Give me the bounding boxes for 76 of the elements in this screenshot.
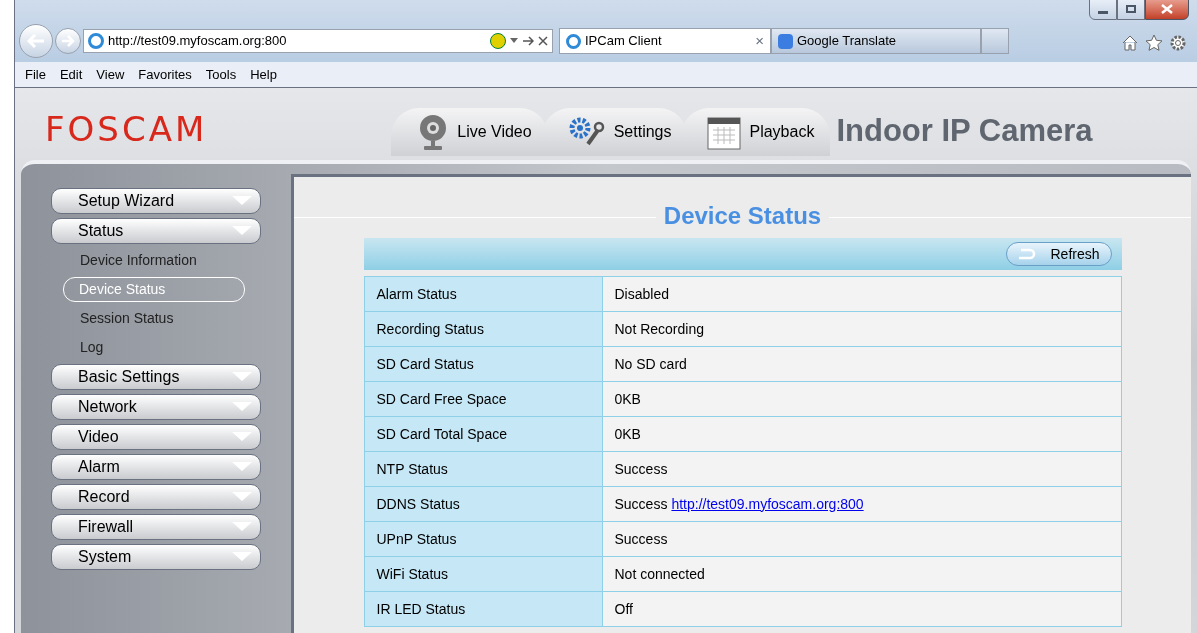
table-cell-text: Not connected <box>614 564 705 584</box>
menu-item[interactable]: Help <box>250 64 277 85</box>
dropdown-arrow-icon <box>232 432 252 442</box>
menu-item[interactable]: Edit <box>59 64 83 85</box>
table-cell: UPnP Status <box>364 522 603 556</box>
tab-title: Google Translate <box>797 32 897 51</box>
table-cell: Alarm Status <box>364 277 603 311</box>
table-cell-text: 0KB <box>614 424 641 444</box>
table-cell-text: Success <box>614 494 668 514</box>
table-cell: SD Card Status <box>364 347 603 381</box>
dropdown-arrow-icon <box>232 402 252 412</box>
browser-tab[interactable]: Google Translate <box>771 28 981 54</box>
table-cell-text: 0KB <box>614 389 641 409</box>
back-arrow-icon <box>27 34 45 48</box>
nav-tab[interactable]: Playback <box>681 108 831 156</box>
dropdown-arrow-icon <box>232 522 252 532</box>
table-cell: NTP Status <box>364 452 603 486</box>
gear-wrench-icon <box>567 116 606 148</box>
table-cell-text: Success <box>614 459 668 479</box>
translate-icon <box>778 33 793 49</box>
sidebar-section-button[interactable]: Firewall <box>51 514 261 540</box>
ie-icon <box>88 33 104 49</box>
sidebar-section-button[interactable]: Network <box>51 394 261 420</box>
forward-arrow-icon <box>61 35 75 47</box>
sidebar-link[interactable]: Log <box>51 335 281 360</box>
sidebar-section-button[interactable]: Alarm <box>51 454 261 480</box>
table-cell: IR LED Status <box>364 592 603 626</box>
restore-button[interactable] <box>1117 0 1145 20</box>
table-cell: SD Card Free Space <box>364 382 603 416</box>
sidebar-section-button[interactable]: System <box>51 544 261 570</box>
menu-item[interactable]: File <box>25 64 46 85</box>
close-button[interactable] <box>1145 0 1189 20</box>
product-title: Indoor IP Camera <box>836 112 1093 150</box>
dropdown-arrow-icon <box>232 372 252 382</box>
sidebar-section-button[interactable]: Status <box>51 218 261 244</box>
dropdown-arrow-icon <box>232 226 252 236</box>
address-bar[interactable]: http://test09.myfoscam.org:800 <box>83 29 553 53</box>
browser-tab[interactable]: IPCam Client × <box>559 28 771 54</box>
tab-title: IPCam Client <box>585 32 663 51</box>
home-icon[interactable] <box>1121 34 1139 52</box>
table-cell-text: Success <box>614 529 668 549</box>
star-icon[interactable] <box>1145 34 1163 52</box>
table-cell: SD Card Total Space <box>364 417 603 451</box>
brand-logo: FOSCAM <box>45 108 208 151</box>
table-cell-text: Disabled <box>614 284 669 304</box>
dropdown-icon <box>510 38 518 44</box>
go-arrow-icon <box>522 36 534 46</box>
sidebar-section-button[interactable]: Setup Wizard <box>51 188 261 214</box>
settings-icon[interactable] <box>1169 34 1187 52</box>
sidebar-section-button[interactable]: Basic Settings <box>51 364 261 390</box>
table-cell-text: Not Recording <box>614 319 704 339</box>
table-cell-text: No SD card <box>614 354 687 374</box>
menu-item[interactable]: Favorites <box>138 64 192 85</box>
tab-close-button[interactable]: × <box>755 29 764 53</box>
dropdown-arrow-icon <box>232 196 252 206</box>
address-text: http://test09.myfoscam.org:800 <box>108 32 288 51</box>
close-icon <box>1161 4 1173 14</box>
dropdown-arrow-icon <box>232 462 252 472</box>
minimize-button[interactable] <box>1089 0 1117 20</box>
table-cell: WiFi Status <box>364 557 603 591</box>
menu-item[interactable]: Tools <box>205 64 237 85</box>
calendar-icon <box>707 114 742 150</box>
sidebar-section-button[interactable]: Video <box>51 424 261 450</box>
stop-icon <box>538 36 548 46</box>
refresh-button[interactable]: Refresh <box>1005 242 1112 266</box>
table-cell: Recording Status <box>364 312 603 346</box>
table-cell: DDNS Status <box>364 487 603 521</box>
ie-icon <box>566 33 581 49</box>
ddns-link[interactable]: http://test09.myfoscam.org:800 <box>671 493 864 515</box>
table-cell-text: Off <box>614 599 633 619</box>
sidebar-link[interactable]: Session Status <box>51 306 281 331</box>
dropdown-arrow-icon <box>232 552 252 562</box>
menu-item[interactable]: View <box>96 64 125 85</box>
sidebar-section-button[interactable]: Record <box>51 484 261 510</box>
dropdown-arrow-icon <box>232 492 252 502</box>
sidebar-link[interactable]: Device Information <box>51 248 281 273</box>
